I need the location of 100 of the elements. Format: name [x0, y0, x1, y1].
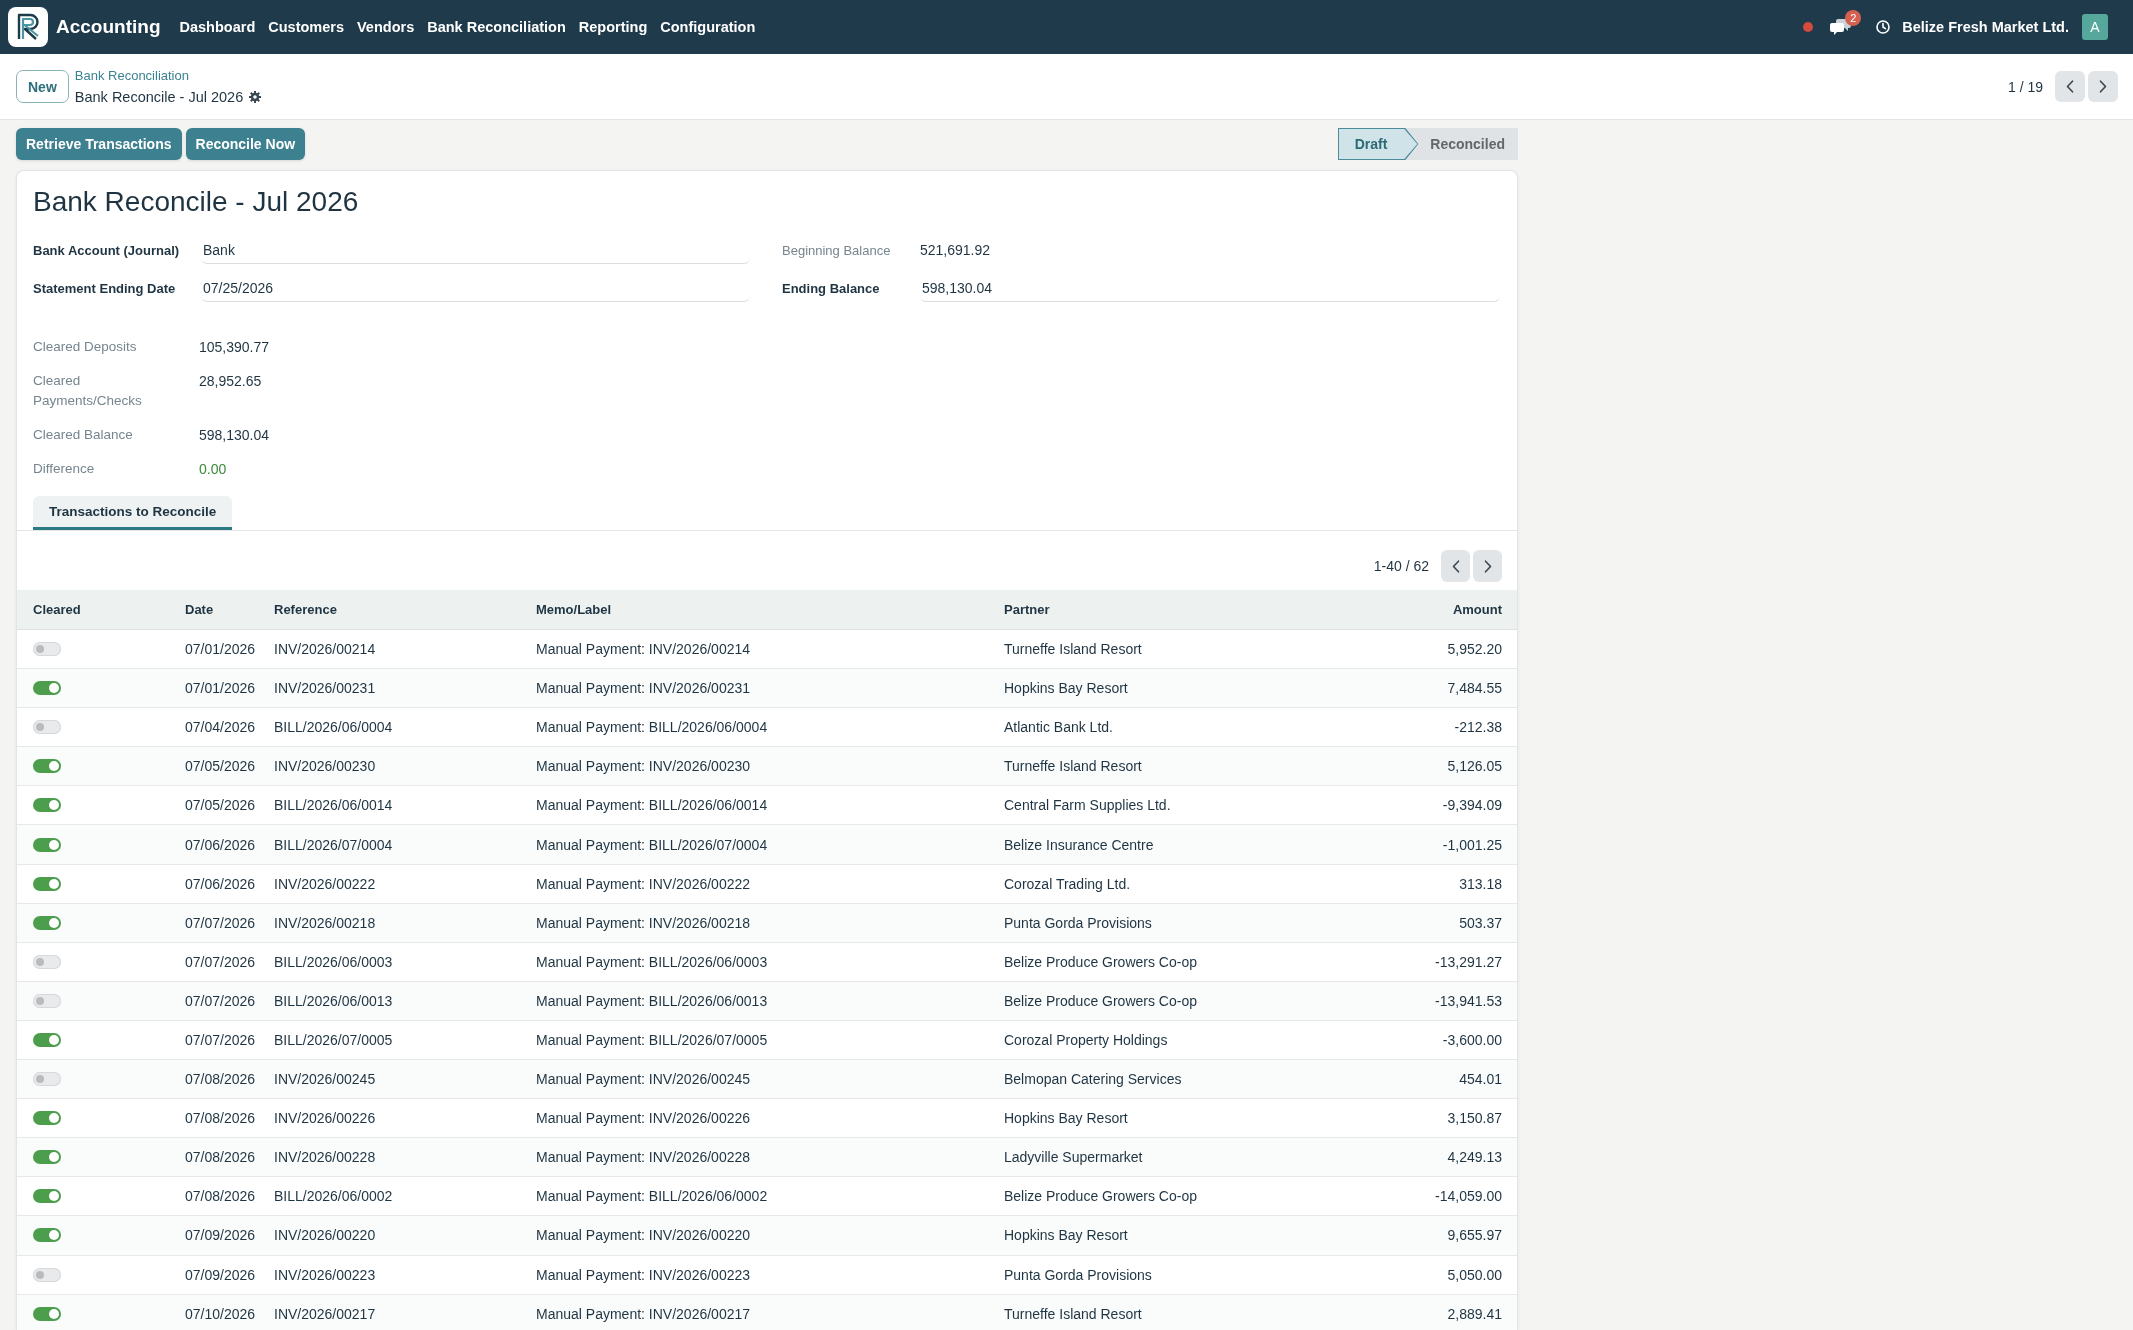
nav-menu-item[interactable]: Reporting	[578, 19, 648, 35]
column-header[interactable]: Partner	[1004, 602, 1305, 617]
field-label: Cleared Balance	[33, 426, 134, 444]
table-cell-text: Manual Payment: INV/2026/00226	[536, 1110, 752, 1127]
nav-menu-item[interactable]: Vendors	[357, 19, 415, 35]
toggle-switch[interactable]	[33, 1150, 61, 1165]
table-cell-text: -212.38	[1453, 719, 1502, 736]
table-cell-text: INV/2026/00245	[274, 1071, 377, 1088]
breadcrumb-link[interactable]: Bank Reconciliation	[74, 68, 262, 83]
field-value: 598,130.04	[199, 426, 270, 445]
toggle-switch[interactable]	[33, 681, 61, 696]
table-cell-text: Manual Payment: BILL/2026/06/0003	[536, 953, 769, 970]
table-cell-text: 9,655.97	[1446, 1227, 1502, 1244]
field-value: 0.00	[199, 460, 227, 479]
table-cell-text: Hopkins Bay Resort	[1004, 1227, 1129, 1244]
toggle-switch[interactable]	[33, 1189, 61, 1204]
table-cell-text: Manual Payment: INV/2026/00222	[536, 875, 752, 892]
form-title: Bank Reconcile - Jul 2026	[33, 185, 360, 219]
table-cell-text: Belize Insurance Centre	[1004, 836, 1155, 853]
toggle-switch[interactable]	[33, 993, 61, 1008]
table-cell-text: INV/2026/00228	[274, 1149, 377, 1166]
table-cell-text: Manual Payment: BILL/2026/06/0013	[536, 992, 769, 1009]
input-field[interactable]: Bank	[201, 236, 750, 264]
table-cell-text: INV/2026/00223	[274, 1266, 377, 1283]
table-cell-text: Punta Gorda Provisions	[1004, 1266, 1153, 1283]
table-cell-text: Central Farm Supplies Ltd.	[1004, 797, 1172, 814]
nav-menu-item[interactable]: Configuration	[660, 19, 756, 35]
table-cell-text: 07/01/2026	[185, 641, 257, 658]
column-header[interactable]: Memo/Label	[536, 602, 1004, 617]
clock-icon[interactable]	[1876, 20, 1891, 34]
column-header[interactable]: Cleared	[33, 602, 185, 617]
table-cell-text: Punta Gorda Provisions	[1004, 914, 1153, 931]
table-cell-text: Corozal Property Holdings	[1004, 1032, 1169, 1048]
input-field[interactable]: 07/25/2026	[201, 274, 750, 302]
table-cell-text: INV/2026/00214	[274, 641, 377, 658]
tab[interactable]: Transactions to Reconcile	[33, 496, 233, 530]
field-value: 105,390.77	[199, 338, 270, 357]
nav-menu-item[interactable]: Customers	[268, 19, 344, 35]
nav-menu-item[interactable]: Bank Reconciliation	[427, 19, 566, 35]
next-button[interactable]	[2088, 71, 2118, 102]
table-cell-text: INV/2026/00226	[274, 1110, 377, 1127]
table-cell-text: 07/04/2026	[185, 719, 257, 736]
input-field[interactable]: 598,130.04	[920, 274, 1500, 302]
table-cell-text: BILL/2026/06/0002	[274, 1188, 394, 1205]
table-cell-text: 07/05/2026	[185, 797, 257, 814]
pager-value: 1-40 / 62	[1373, 558, 1429, 574]
toggle-switch[interactable]	[33, 720, 61, 735]
table-cell-text: Manual Payment: INV/2026/00220	[536, 1227, 752, 1244]
table-cell-text: 4,249.13	[1446, 1149, 1502, 1166]
toggle-switch[interactable]	[33, 798, 61, 813]
field-value: 28,952.65	[199, 372, 262, 391]
table-cell-text: Manual Payment: INV/2026/00231	[536, 680, 752, 697]
table-cell-text: INV/2026/00218	[274, 914, 377, 931]
table-cell-text: 07/07/2026	[185, 992, 257, 1009]
table-cell-text: 07/07/2026	[185, 1032, 257, 1048]
nav-menu-item[interactable]: Dashboard	[179, 19, 256, 35]
action-button[interactable]: Retrieve Transactions	[16, 128, 182, 160]
previous-button[interactable]	[1441, 550, 1470, 582]
table-cell-text: 07/05/2026	[185, 758, 257, 775]
toggle-switch[interactable]	[33, 759, 61, 774]
table-cell-text: -13,941.53	[1434, 992, 1502, 1009]
record-title: Bank Reconcile - Jul 2026	[74, 89, 244, 105]
gear-icon[interactable]	[249, 91, 262, 103]
table-cell-text: Manual Payment: INV/2026/00228	[536, 1149, 752, 1166]
table-cell-text: 07/08/2026	[185, 1071, 257, 1088]
toggle-switch[interactable]	[33, 1072, 61, 1087]
toggle-switch[interactable]	[33, 642, 61, 657]
toggle-switch[interactable]	[33, 837, 61, 852]
column-header[interactable]: Date	[185, 602, 274, 617]
previous-button[interactable]	[2055, 71, 2085, 102]
table-cell-text: 07/08/2026	[185, 1149, 257, 1166]
next-button[interactable]	[1473, 550, 1502, 582]
chevron-left-icon	[2066, 80, 2074, 93]
logo-icon[interactable]	[8, 7, 48, 47]
table-cell-text: Manual Payment: INV/2026/00230	[536, 758, 752, 775]
toggle-switch[interactable]	[33, 1033, 61, 1047]
column-header[interactable]: Reference	[274, 602, 536, 617]
status-step[interactable]: Draft	[1337, 128, 1419, 160]
new-button[interactable]: New	[16, 70, 69, 103]
toggle-switch[interactable]	[33, 915, 61, 930]
toggle-switch[interactable]	[33, 1111, 61, 1126]
app-name[interactable]: Accounting	[56, 16, 161, 38]
toggle-switch[interactable]	[33, 1306, 61, 1321]
table-cell-text: 07/10/2026	[185, 1305, 257, 1322]
pager-value: 1 / 19	[2007, 78, 2043, 95]
action-button[interactable]: Reconcile Now	[185, 128, 306, 160]
table-cell-text: Atlantic Bank Ltd.	[1004, 719, 1114, 736]
toggle-switch[interactable]	[33, 1228, 61, 1243]
table-cell-text: Belize Produce Growers Co-op	[1004, 992, 1198, 1009]
column-header[interactable]: Amount	[1305, 602, 1502, 617]
table-cell-text: 07/01/2026	[185, 680, 257, 697]
chevron-right-icon	[2099, 80, 2107, 93]
table-cell-text: INV/2026/00231	[274, 680, 377, 697]
toggle-switch[interactable]	[33, 876, 61, 891]
toggle-switch[interactable]	[33, 954, 61, 969]
company-switcher[interactable]: Belize Fresh Market Ltd.	[1902, 19, 2069, 35]
table-cell-text: Belize Produce Growers Co-op	[1004, 1188, 1198, 1205]
toggle-switch[interactable]	[33, 1267, 61, 1282]
table-cell-text: 5,126.05	[1446, 758, 1502, 775]
table-cell-text: INV/2026/00222	[274, 875, 377, 892]
